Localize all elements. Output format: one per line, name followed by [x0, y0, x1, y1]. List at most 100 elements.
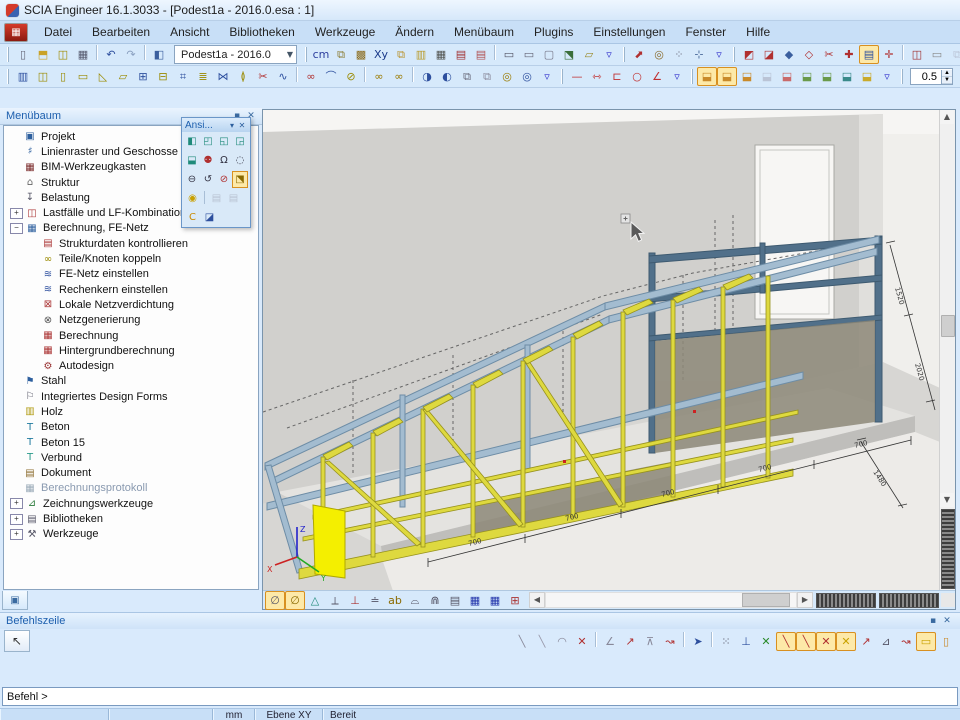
snap-circle-icon[interactable]: ◠	[552, 632, 572, 651]
photo-view-icon[interactable]: ▤	[208, 190, 225, 207]
binoculars-icon[interactable]: ∞	[369, 67, 389, 86]
view-perspective-icon[interactable]: ⬓	[184, 152, 200, 169]
clipboard-copy-icon[interactable]: ⧉	[391, 45, 411, 64]
scia-logo-icon[interactable]: ▦	[4, 23, 28, 42]
column-icon[interactable]: ▯	[53, 67, 73, 86]
prefab-element-icon[interactable]: ≣	[193, 67, 213, 86]
spinner-down-icon[interactable]: ▼	[942, 77, 952, 84]
cut-member-icon[interactable]: ✂	[253, 67, 273, 86]
overflow-icon[interactable]: ▿	[709, 45, 729, 64]
draw-dimension-icon[interactable]: ⇿	[587, 67, 607, 86]
binoculars-2-icon[interactable]: ∞	[389, 67, 409, 86]
document-view-icon[interactable]: ▢	[539, 45, 559, 64]
deselect-icon[interactable]: ◇	[799, 45, 819, 64]
load-panel-icon[interactable]: ⊟	[153, 67, 173, 86]
view-xy-icon[interactable]: ◰	[200, 133, 216, 150]
tree-item-netzgenerierung[interactable]: ⊗Netzgenerierung	[4, 313, 258, 328]
clip-box-icon[interactable]: ⬔	[232, 171, 248, 188]
pin-icon[interactable]: ▪	[926, 616, 940, 626]
layers-icon[interactable]: ⧉	[331, 45, 351, 64]
cut-selection-icon[interactable]: ✂	[819, 45, 839, 64]
rotate-view-icon[interactable]: Ω	[216, 152, 232, 169]
tree-item-rechenkern[interactable]: ≋Rechenkern einstellen	[4, 282, 258, 297]
view-folder-7-icon[interactable]: ⬓	[817, 67, 837, 86]
toolbar-grip[interactable]	[7, 47, 9, 62]
snap-cross-icon[interactable]: ✕	[572, 632, 592, 651]
export-document-icon[interactable]: ⬔	[559, 45, 579, 64]
view-folder-4-icon[interactable]: ⬓	[757, 67, 777, 86]
snap-edge-icon[interactable]: ⊿	[876, 632, 896, 651]
tree-item-beton-15[interactable]: TBeton 15	[4, 435, 258, 450]
close-icon[interactable]: ✕	[237, 121, 247, 130]
beam-icon[interactable]: ▭	[73, 67, 93, 86]
walk-mode-icon[interactable]: ⚉	[200, 152, 216, 169]
tree-item-zeichnungswerkzeuge[interactable]: +⊿Zeichnungswerkzeuge	[4, 496, 258, 511]
overflow-icon[interactable]: ▿	[599, 45, 619, 64]
cursor-select-icon[interactable]: ➤	[688, 632, 708, 651]
snap-settings-icon[interactable]: ▯	[936, 632, 956, 651]
vertical-scroll-thumb[interactable]	[941, 315, 955, 337]
horizontal-scroll-track[interactable]	[545, 592, 797, 608]
tree-item-fe-netz[interactable]: ≋FE-Netz einstellen	[4, 267, 258, 282]
select-previous-icon[interactable]: ◪	[759, 45, 779, 64]
collapse-icon[interactable]: −	[10, 223, 23, 234]
tree-item-strukturdaten[interactable]: ▤Strukturdaten kontrollieren	[4, 236, 258, 251]
tree-item-lokale-netzverdichtung[interactable]: ⊠Lokale Netzverdichtung	[4, 297, 258, 312]
snap-point-icon[interactable]: ✕	[756, 632, 776, 651]
menu-einstellungen[interactable]: Einstellungen	[583, 23, 675, 41]
render-solid-icon[interactable]: ∅	[285, 591, 305, 610]
snap-free-icon[interactable]: ↝	[896, 632, 916, 651]
save-archive-icon[interactable]: ◫	[53, 45, 73, 64]
zoom-all-icon[interactable]: ↺	[200, 171, 216, 188]
scroll-up-icon[interactable]: ▲	[940, 110, 954, 124]
tree-item-werkzeuge[interactable]: +⚒Werkzeuge	[4, 527, 258, 542]
overflow-icon[interactable]: ▿	[877, 67, 897, 86]
zoom-wheel-vertical[interactable]	[941, 509, 955, 589]
new-window-icon[interactable]: ◧	[149, 45, 169, 64]
3d-viewport[interactable]: 700 700 700 700 700 1520	[262, 109, 956, 610]
zoom-to-selection-icon[interactable]: ⬈	[629, 45, 649, 64]
snap-midpoint-icon[interactable]: ╲	[796, 632, 816, 651]
zoom-wheel-horizontal[interactable]	[816, 593, 876, 608]
spinner-up-icon[interactable]: ▲	[942, 70, 952, 77]
tree-item-teile-knoten[interactable]: ∞Teile/Knoten koppeln	[4, 251, 258, 266]
snap-tangent-icon[interactable]: ↝	[660, 632, 680, 651]
section-display-icon[interactable]: ▤	[445, 591, 465, 610]
cross-section-icon[interactable]: ▥	[13, 67, 33, 86]
coordinate-input-icon[interactable]: ⊹	[689, 45, 709, 64]
load-display-icon[interactable]: ⟂	[325, 591, 345, 610]
table-composer-icon[interactable]: ▤	[471, 45, 491, 64]
surface-display-icon[interactable]: ⌓	[405, 591, 425, 610]
tree-item-design-forms[interactable]: ⚐Integriertes Design Forms	[4, 389, 258, 404]
plate-icon[interactable]: ▱	[113, 67, 133, 86]
snap-ortho-icon[interactable]: ⊥	[736, 632, 756, 651]
copy-users-icon[interactable]: ◑	[417, 67, 437, 86]
find-object-icon[interactable]: ◎	[649, 45, 669, 64]
units-cm-icon[interactable]: cm	[311, 45, 331, 64]
weld-icon[interactable]: ≬	[233, 67, 253, 86]
command-input[interactable]: Befehl >	[2, 687, 958, 706]
select-node-icon[interactable]: ◆	[779, 45, 799, 64]
overflow-icon[interactable]: ▿	[537, 67, 557, 86]
menu-werkzeuge[interactable]: Werkzeuge	[305, 23, 385, 41]
rotate-wheel-horizontal[interactable]	[879, 593, 939, 608]
tree-item-autodesign[interactable]: ⚙Autodesign	[4, 358, 258, 373]
toolbar-grip[interactable]	[691, 69, 693, 84]
toolbar-grip[interactable]	[561, 69, 563, 84]
snap-distance-spinner[interactable]: 0.5 ▲▼	[910, 68, 953, 85]
axis-symbol-icon[interactable]: △	[305, 591, 325, 610]
print-icon[interactable]: ▭	[499, 45, 519, 64]
view-axo-icon[interactable]: ◧	[184, 133, 200, 150]
copy-attributes-icon[interactable]: ⧉	[457, 67, 477, 86]
toolbar-grip[interactable]	[305, 47, 307, 62]
panel-tab-button[interactable]: ▣	[2, 591, 28, 610]
save-results-icon[interactable]: ◫	[907, 45, 927, 64]
snap-arc-icon[interactable]: ↗	[620, 632, 640, 651]
polyline-icon[interactable]: ∿	[273, 67, 293, 86]
scroll-right-icon[interactable]: ▶	[797, 592, 813, 608]
tree-item-holz[interactable]: ▥Holz	[4, 404, 258, 419]
menu-datei[interactable]: Datei	[34, 23, 82, 41]
image-gallery-icon[interactable]: ▩	[351, 45, 371, 64]
zoom-out-icon[interactable]: ⊖	[184, 171, 200, 188]
mesh-display-icon[interactable]: ▦	[431, 45, 451, 64]
